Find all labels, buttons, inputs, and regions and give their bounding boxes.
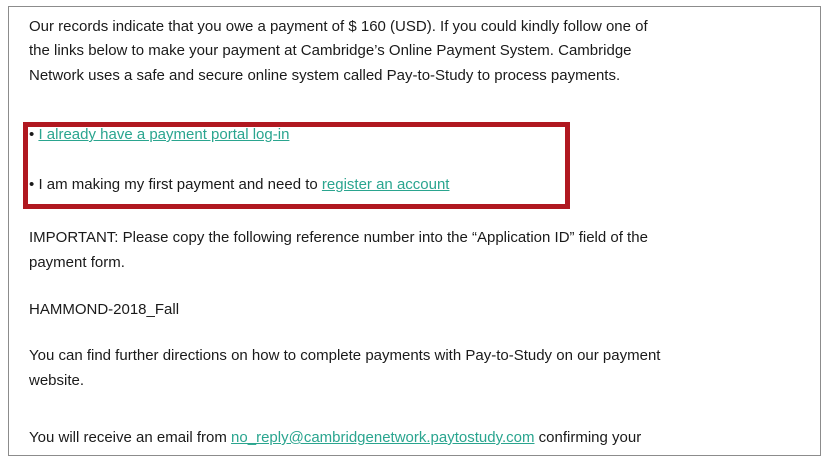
intro-line-3: Network uses a safe and secure online sy… [29,67,621,84]
bullet: • [29,176,35,193]
register-account-link[interactable]: register an account [322,176,450,193]
no-reply-email-link[interactable]: no_reply@cambridgenetwork.paytostudy.com [231,429,534,446]
reference-number: HAMMOND-2018_Fall [29,301,180,318]
important-line-2: payment form. [29,254,125,271]
important-line-1: IMPORTANT: Please copy the following ref… [29,229,648,246]
email-body-panel: Our records indicate that you owe a paym… [8,6,821,456]
option-register: • I am making my first payment and need … [29,174,449,196]
confirmation-prefix: You will receive an email from [29,429,227,446]
bullet: • [29,126,35,143]
confirmation-suffix: confirming your [538,429,642,446]
login-link[interactable]: I already have a payment portal log-in [38,126,289,143]
directions-line-2: website. [29,372,85,389]
option-login: • I already have a payment portal log-in [29,124,289,146]
intro-line-2: the links below to make your payment at … [29,42,632,59]
confirmation-line: You will receive an email from no_reply@… [29,427,641,449]
first-payment-text: I am making my first payment and need to [38,176,318,193]
intro-line-1: Our records indicate that you owe a paym… [29,18,648,35]
directions-line-1: You can find further directions on how t… [29,347,661,364]
